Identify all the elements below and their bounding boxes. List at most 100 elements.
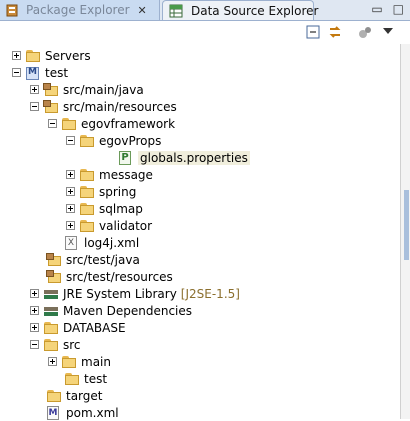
tree-item-label: src/main/resources bbox=[63, 99, 177, 114]
tree-item-src[interactable]: src bbox=[30, 336, 81, 353]
tree-item-label: test bbox=[45, 65, 69, 80]
tree-item-test-project[interactable]: test bbox=[12, 64, 68, 81]
tree-item-src-test-java[interactable]: src/test/java bbox=[46, 251, 140, 268]
tree-item-egovframework[interactable]: egovframework bbox=[48, 115, 175, 132]
folder-icon bbox=[79, 185, 95, 199]
scrollbar-thumb[interactable] bbox=[404, 190, 409, 260]
tree-item-egovprops[interactable]: egovProps bbox=[66, 132, 161, 149]
folder-icon bbox=[46, 389, 62, 403]
tree-item-label: src/test/resources bbox=[66, 269, 173, 284]
tree-item-label: sqlmap bbox=[99, 201, 143, 216]
tree-item-spring[interactable]: spring bbox=[66, 183, 136, 200]
expand-icon[interactable] bbox=[66, 204, 75, 213]
tree-item-label: src/test/java bbox=[66, 252, 140, 267]
tree-item-label: egovframework bbox=[81, 116, 176, 131]
collapse-all-icon[interactable] bbox=[306, 25, 320, 39]
collapse-icon[interactable] bbox=[48, 119, 57, 128]
tree-item-database[interactable]: DATABASE bbox=[30, 319, 126, 336]
tab-data-source-explorer[interactable]: Data Source Explorer bbox=[162, 0, 318, 20]
source-folder-icon bbox=[46, 252, 62, 267]
expand-icon[interactable] bbox=[48, 357, 57, 366]
filters-icon[interactable] bbox=[358, 25, 372, 39]
folder-icon bbox=[61, 117, 77, 131]
tree-item-label: src bbox=[63, 337, 81, 352]
tree-item-label: egovProps bbox=[99, 133, 162, 148]
folder-icon bbox=[43, 321, 59, 335]
collapse-icon[interactable] bbox=[30, 340, 39, 349]
maximize-icon[interactable]: □ bbox=[393, 2, 404, 16]
tree-item-target[interactable]: target bbox=[46, 387, 103, 404]
tree-item-sqlmap[interactable]: sqlmap bbox=[66, 200, 143, 217]
folder-icon bbox=[79, 202, 95, 216]
tree-item-src-main-java[interactable]: src/main/java bbox=[30, 81, 144, 98]
source-folder-icon bbox=[43, 99, 59, 114]
tree-item-main[interactable]: main bbox=[48, 353, 111, 370]
tree-item-log4j[interactable]: log4j.xml bbox=[64, 234, 139, 251]
tree-item-label: message bbox=[99, 167, 153, 182]
tree-item-label: Servers bbox=[45, 48, 91, 63]
tree-item-globals-properties[interactable]: globals.properties bbox=[118, 149, 250, 166]
tree-item-label: src/main/java bbox=[63, 82, 144, 97]
folder-icon bbox=[25, 49, 41, 63]
maven-project-icon bbox=[25, 66, 41, 80]
expand-icon[interactable] bbox=[30, 85, 39, 94]
close-icon[interactable]: ✕ bbox=[138, 4, 147, 17]
tree-item-label: globals.properties bbox=[138, 150, 250, 165]
view-tab-bar: Package Explorer ✕ Data Source Explorer … bbox=[0, 0, 410, 21]
view-toolbar bbox=[0, 21, 410, 43]
tree-item-label: main bbox=[81, 354, 111, 369]
collapse-icon[interactable] bbox=[30, 102, 39, 111]
tree-item-test-folder[interactable]: test bbox=[64, 370, 107, 387]
jre-version-label: [J2SE-1.5] bbox=[180, 286, 240, 301]
source-folder-icon bbox=[43, 82, 59, 97]
tree-item-label: JRE System Library bbox=[63, 286, 177, 301]
tree-item-src-test-resources[interactable]: src/test/resources bbox=[46, 268, 173, 285]
tree-item-label: validator bbox=[99, 218, 153, 233]
tree-item-jre-library[interactable]: JRE System Library [J2SE-1.5] bbox=[30, 285, 240, 302]
data-source-icon bbox=[169, 4, 183, 18]
maven-pom-icon bbox=[46, 405, 62, 420]
view-menu-icon[interactable] bbox=[382, 25, 396, 39]
tree-item-label: Maven Dependencies bbox=[63, 303, 193, 318]
library-icon bbox=[43, 287, 59, 301]
package-explorer-icon bbox=[6, 3, 18, 17]
tree-item-maven-dependencies[interactable]: Maven Dependencies bbox=[30, 302, 192, 319]
tree-item-validator[interactable]: validator bbox=[66, 217, 152, 234]
tab-package-explorer[interactable]: Package Explorer ✕ bbox=[0, 0, 160, 20]
folder-icon bbox=[79, 134, 95, 148]
tree-item-label: test bbox=[84, 371, 108, 386]
window-controls: ▭ □ bbox=[371, 2, 404, 16]
minimize-icon[interactable]: ▭ bbox=[371, 2, 382, 16]
tree-item-label: target bbox=[66, 388, 103, 403]
expand-icon[interactable] bbox=[30, 323, 39, 332]
tab-label: Data Source Explorer bbox=[191, 3, 319, 18]
xml-file-icon bbox=[64, 235, 80, 250]
tree-item-label: pom.xml bbox=[66, 405, 119, 420]
folder-icon bbox=[43, 338, 59, 352]
folder-icon bbox=[61, 355, 77, 369]
source-folder-icon bbox=[46, 269, 62, 284]
tree-item-label: spring bbox=[99, 184, 137, 199]
tree-item-message[interactable]: message bbox=[66, 166, 153, 183]
expand-icon[interactable] bbox=[30, 306, 39, 315]
folder-icon bbox=[64, 372, 80, 386]
tree-item-label: DATABASE bbox=[63, 320, 126, 335]
tree-item-servers[interactable]: Servers bbox=[12, 47, 91, 64]
folder-icon bbox=[79, 219, 95, 233]
tab-label: Package Explorer bbox=[26, 3, 130, 17]
expand-icon[interactable] bbox=[66, 187, 75, 196]
expand-icon[interactable] bbox=[12, 51, 21, 60]
collapse-icon[interactable] bbox=[12, 68, 21, 77]
expand-icon[interactable] bbox=[66, 170, 75, 179]
package-explorer-tree: Servers test src/main/java src/main/reso… bbox=[0, 46, 400, 421]
link-with-editor-icon[interactable] bbox=[328, 25, 342, 39]
folder-icon bbox=[79, 168, 95, 182]
properties-file-icon bbox=[118, 150, 134, 165]
library-icon bbox=[43, 304, 59, 318]
tree-item-label: log4j.xml bbox=[84, 235, 140, 250]
collapse-icon[interactable] bbox=[66, 136, 75, 145]
tree-item-pom[interactable]: pom.xml bbox=[46, 404, 119, 421]
tree-item-src-main-resources[interactable]: src/main/resources bbox=[30, 98, 177, 115]
expand-icon[interactable] bbox=[66, 221, 75, 230]
expand-icon[interactable] bbox=[30, 289, 39, 298]
